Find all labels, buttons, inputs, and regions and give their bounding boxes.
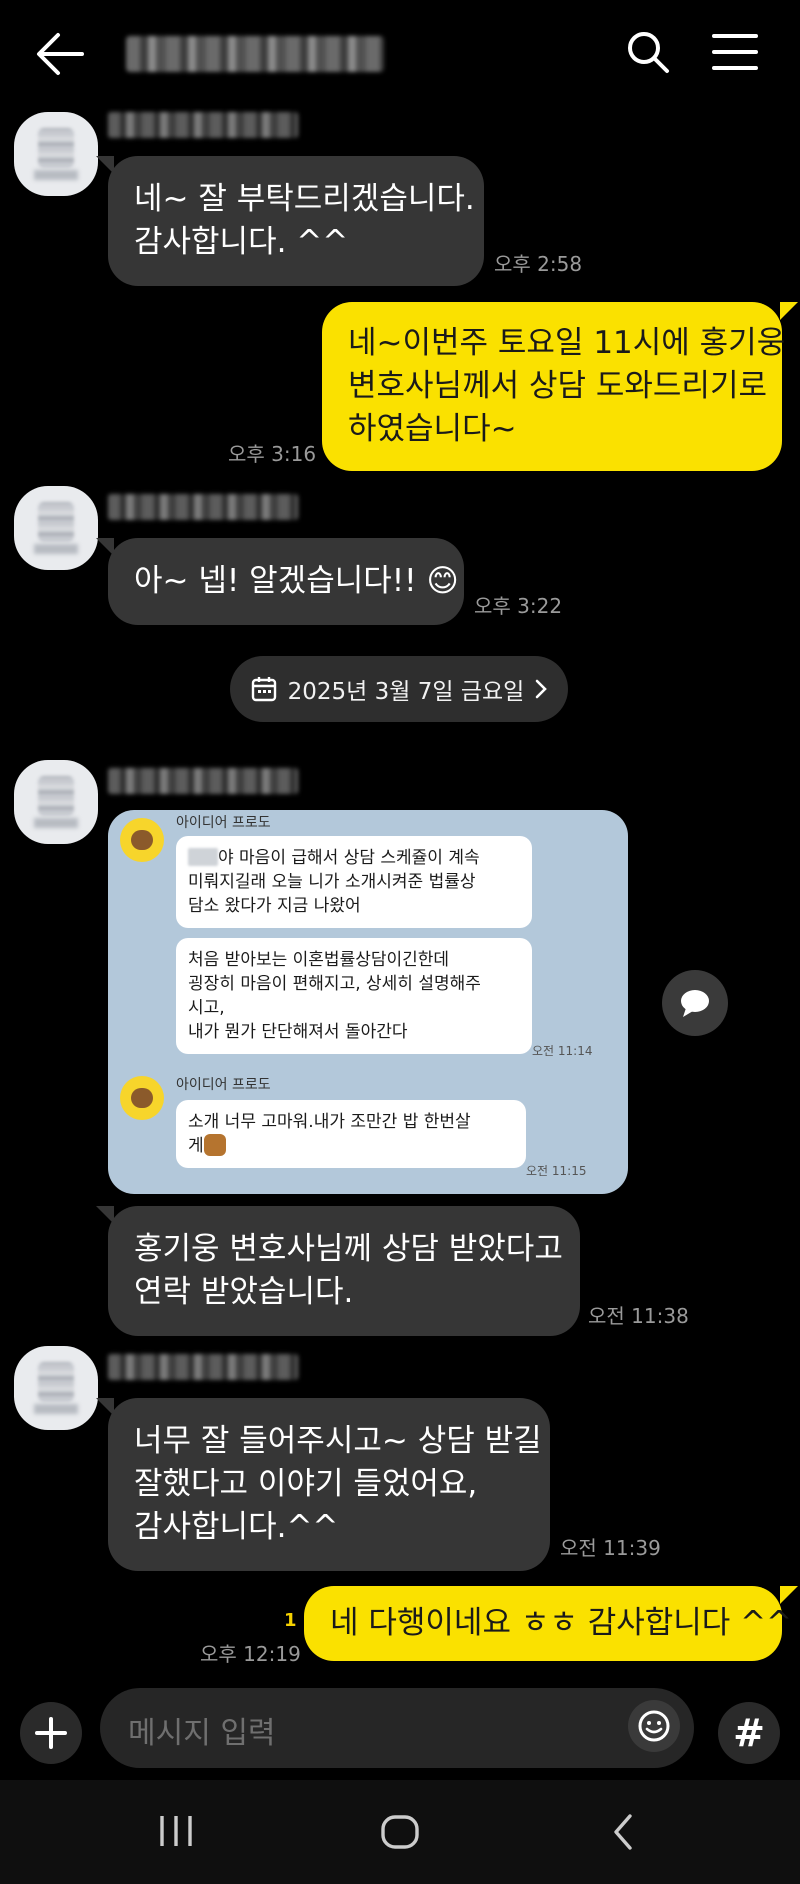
message-input-bar: 메시지 입력 # [0, 1688, 800, 1776]
hash-button[interactable]: # [718, 1702, 780, 1764]
search-icon[interactable] [626, 30, 670, 74]
attach-button[interactable] [20, 1702, 82, 1764]
message-input[interactable]: 메시지 입력 [100, 1688, 694, 1768]
message-text: 감사합니다. ^^ [134, 224, 349, 260]
redacted-name [188, 848, 218, 866]
plus-icon [35, 1717, 67, 1749]
message-bubble-outgoing[interactable]: 네 다행이네요 ㅎㅎ 감사합니다 ^^ [304, 1586, 793, 1661]
bear-emoticon-icon [203, 1134, 226, 1156]
chevron-right-icon [536, 679, 548, 699]
calendar-icon [251, 677, 276, 702]
share-button[interactable] [662, 970, 728, 1036]
screenshot-sender-name: 아이디어 프로도 [176, 1077, 271, 1093]
back-arrow-icon[interactable] [34, 30, 86, 78]
sender-avatar[interactable] [14, 112, 98, 196]
message-time: 오전 11:38 [588, 1304, 689, 1328]
screenshot-bubble: 소개 너무 고마워.내가 조만간 밥 한번살 게 [176, 1100, 526, 1168]
sender-avatar[interactable] [14, 486, 98, 570]
message-time: 오후 12:19 [200, 1642, 301, 1666]
message-time: 오후 3:22 [474, 594, 563, 618]
screenshot-sender-name: 아이디어 프로도 [176, 815, 271, 831]
message-text: 연락 받았습니다. [134, 1274, 354, 1310]
message-text: 네~이번주 토요일 11시에 홍기웅 [348, 325, 786, 361]
screenshot-text: 게 [188, 1136, 204, 1156]
recent-apps-icon[interactable] [158, 1814, 194, 1848]
sender-avatar[interactable] [14, 1346, 98, 1430]
sender-name-redacted [108, 1354, 298, 1380]
message-time: 오후 3:16 [228, 442, 317, 466]
screenshot-time: 오전 11:15 [526, 1164, 587, 1178]
screenshot-text: 내가 뭔가 단단해져서 돌아간다 [188, 1022, 408, 1042]
screenshot-text: 소개 너무 고마워.내가 조만간 밥 한번살 [188, 1112, 471, 1132]
message-time: 오전 11:39 [560, 1536, 661, 1560]
bubble-tail [780, 302, 798, 320]
share-icon [681, 990, 709, 1017]
sender-name-redacted [108, 112, 298, 138]
friend-avatar-icon [120, 1076, 164, 1120]
message-text: 홍기웅 변호사님께 상담 받았다고 [134, 1231, 563, 1267]
message-bubble-incoming[interactable]: 네~ 잘 부탁드리겠습니다. 감사합니다. ^^ [108, 156, 484, 286]
message-text: 하였습니다~ [348, 411, 517, 447]
image-message-screenshot[interactable]: 아이디어 프로도 야 마음이 급해서 상담 스케쥴이 계속 미뤄지길래 오늘 니… [108, 810, 628, 1194]
message-bubble-incoming[interactable]: 아~ 넵! 알겠습니다!! 😊 [108, 538, 464, 625]
menu-icon[interactable] [712, 32, 758, 72]
screenshot-bubble: 처음 받아보는 이혼법률상담이긴한데 굉장히 마음이 편해지고, 상세히 설명해… [176, 938, 532, 1054]
screenshot-text: 미뤄지길래 오늘 니가 소개시켜준 법률상 [188, 872, 476, 892]
sender-name-redacted [108, 494, 298, 520]
screenshot-time: 오전 11:14 [532, 1044, 593, 1058]
screenshot-text: 담소 왔다가 지금 나왔어 [188, 896, 361, 916]
system-nav-bar [0, 1780, 800, 1884]
hash-icon: # [733, 1711, 765, 1755]
bubble-tail [780, 1586, 798, 1604]
message-text: 너무 잘 들어주시고~ 상담 받길 [134, 1423, 542, 1459]
message-text: 변호사님께서 상담 도와드리기로 [348, 368, 767, 404]
message-bubble-incoming[interactable]: 너무 잘 들어주시고~ 상담 받길 잘했다고 이야기 들었어요, 감사합니다.^… [108, 1398, 550, 1571]
emoji-icon [638, 1710, 670, 1742]
message-bubble-incoming[interactable]: 홍기웅 변호사님께 상담 받았다고 연락 받았습니다. [108, 1206, 580, 1336]
message-text: 감사합니다.^^ [134, 1509, 339, 1545]
friend-avatar-icon [120, 818, 164, 862]
message-text: 네 다행이네요 ㅎㅎ 감사합니다 ^^ [330, 1605, 793, 1641]
message-text: 아~ 넵! 알겠습니다!! 😊 [134, 563, 459, 599]
message-text: 네~ 잘 부탁드리겠습니다. [134, 181, 475, 217]
message-time: 오후 2:58 [494, 252, 583, 276]
message-bubble-outgoing[interactable]: 네~이번주 토요일 11시에 홍기웅 변호사님께서 상담 도와드리기로 하였습니… [322, 302, 786, 471]
message-text: 잘했다고 이야기 들었어요, [134, 1466, 478, 1502]
home-icon[interactable] [380, 1814, 420, 1850]
screenshot-text: 야 마음이 급해서 상담 스케쥴이 계속 [218, 848, 480, 868]
message-input-placeholder: 메시지 입력 [128, 1716, 276, 1751]
emoji-button[interactable] [628, 1700, 680, 1752]
chat-title-redacted [126, 36, 384, 72]
sender-avatar[interactable] [14, 760, 98, 844]
screenshot-bubble: 야 마음이 급해서 상담 스케쥴이 계속 미뤄지길래 오늘 니가 소개시켜준 법… [176, 836, 532, 928]
chat-header [0, 0, 800, 108]
sender-name-redacted [108, 768, 298, 794]
unread-count: 1 [284, 1610, 297, 1631]
screenshot-text: 처음 받아보는 이혼법률상담이긴한데 [188, 950, 450, 970]
back-icon[interactable] [610, 1812, 636, 1852]
screenshot-text: 굉장히 마음이 편해지고, 상세히 설명해주 [188, 974, 481, 994]
date-divider-label: 2025년 3월 7일 금요일 [287, 679, 525, 705]
date-divider[interactable]: 2025년 3월 7일 금요일 [230, 656, 568, 722]
screenshot-text: 시고, [188, 998, 225, 1018]
